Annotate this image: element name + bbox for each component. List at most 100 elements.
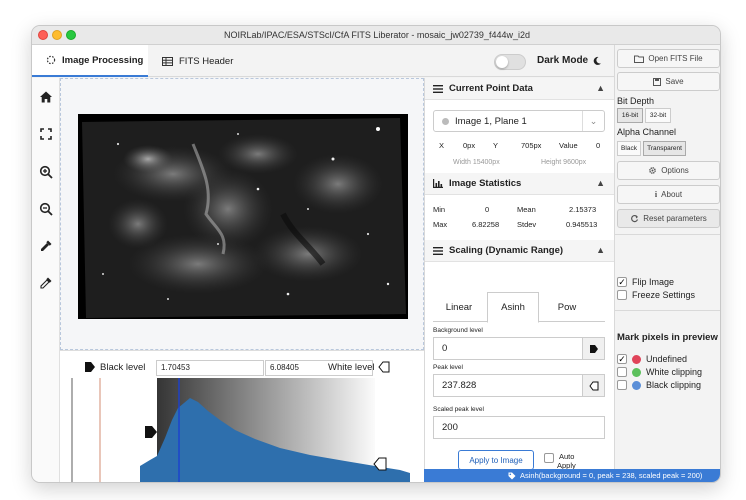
scaled-peak-label: Scaled peak level: [433, 406, 484, 413]
status-bar: Asinh(background = 0, peak = 238, scaled…: [424, 469, 720, 482]
black-marker-button[interactable]: [582, 338, 604, 359]
fit-to-screen-icon[interactable]: [39, 127, 53, 141]
bit-depth-label: Bit Depth: [617, 96, 655, 106]
save-button[interactable]: Save: [617, 72, 720, 91]
white-level-marker-icon: [378, 361, 390, 373]
settings-panel: Current Point Data ▲ Image 1, Plane 1 ⌄ …: [424, 78, 615, 482]
x-label: X: [439, 141, 445, 150]
title-bar: NOIRLab/IPAC/ESA/STScI/CfA FITS Liberato…: [32, 26, 720, 45]
scaled-peak-field[interactable]: 200: [433, 416, 605, 439]
white-clipping-color-dot: [632, 367, 641, 377]
min-label: Min: [433, 205, 446, 214]
reset-parameters-button[interactable]: Reset parameters: [617, 209, 720, 228]
eyedropper-outline-icon[interactable]: [39, 276, 53, 290]
dark-mode-label-group: Dark Mode: [537, 55, 602, 66]
black-marker-icon: [589, 344, 598, 353]
y-label: Y: [493, 141, 499, 150]
gear-icon: [649, 167, 657, 174]
freeze-settings-row[interactable]: Freeze Settings: [617, 290, 695, 300]
about-button[interactable]: i About: [617, 185, 720, 204]
divider: [615, 234, 720, 235]
chevron-up-icon: ▲: [596, 83, 605, 93]
white-level-group: White level: [328, 361, 390, 373]
image-preview-area[interactable]: [60, 78, 424, 350]
tab-image-processing[interactable]: Image Processing: [32, 45, 148, 77]
stdev-label: Stdev: [517, 220, 537, 229]
white-marker-icon: [588, 381, 598, 390]
current-point-title: Current Point Data: [449, 83, 533, 94]
white-marker-button[interactable]: [582, 375, 604, 396]
dark-mode-toggle[interactable]: [494, 54, 526, 70]
status-dot-icon: [442, 117, 449, 125]
tab-image-processing-label: Image Processing: [62, 54, 144, 66]
black-level-handle[interactable]: [145, 426, 157, 438]
about-label: About: [661, 190, 683, 199]
black-level-marker-icon: [85, 362, 95, 372]
bit-depth-32[interactable]: 32-bit: [645, 108, 671, 123]
max-label: Max: [433, 220, 448, 229]
undefined-checkbox[interactable]: ✓: [617, 354, 627, 364]
mark-pixels-heading: Mark pixels in preview: [617, 332, 718, 343]
peak-level-field[interactable]: 237.828: [433, 374, 605, 397]
app-window: NOIRLab/IPAC/ESA/STScI/CfA FITS Liberato…: [31, 25, 721, 483]
chevron-up-icon: ▲: [596, 245, 605, 255]
divider: [615, 310, 720, 311]
alpha-channel-label: Alpha Channel: [617, 127, 677, 137]
home-icon[interactable]: [39, 90, 53, 104]
black-clipping-color-dot: [632, 380, 641, 390]
folder-icon: [634, 55, 645, 63]
plane-select[interactable]: Image 1, Plane 1 ⌄: [433, 110, 605, 132]
tab-linear[interactable]: Linear: [433, 292, 485, 322]
scaling-tabs: Linear Asinh Pow: [433, 292, 605, 323]
window-title: NOIRLab/IPAC/ESA/STScI/CfA FITS Liberato…: [224, 30, 530, 40]
background-level-label: Background level: [433, 327, 483, 334]
bit-depth-16[interactable]: 16-bit: [617, 108, 643, 123]
histogram-panel: Black level 1.70453 6.08405 White level: [60, 350, 424, 483]
x-value: 0px: [463, 141, 476, 150]
image-statistics-title: Image Statistics: [449, 178, 522, 189]
options-label: Options: [661, 166, 689, 175]
save-icon: [653, 77, 662, 86]
white-clipping-row[interactable]: White clipping: [617, 367, 702, 377]
alpha-black[interactable]: Black: [617, 141, 641, 156]
tag-icon: [508, 472, 516, 479]
tab-fits-header[interactable]: FITS Header: [162, 45, 262, 77]
background-level-field[interactable]: 0: [433, 337, 605, 360]
auto-apply-checkbox[interactable]: [544, 453, 554, 463]
alpha-transparent[interactable]: Transparent: [643, 141, 686, 156]
black-clipping-checkbox[interactable]: [617, 380, 627, 390]
current-point-header[interactable]: Current Point Data ▲: [425, 78, 615, 100]
freeze-settings-checkbox[interactable]: [617, 290, 627, 300]
flip-image-row[interactable]: ✓ Flip Image: [617, 277, 674, 287]
black-level-label: Black level: [100, 361, 146, 373]
apply-to-image-button[interactable]: Apply to Image: [458, 450, 534, 470]
histogram-chart[interactable]: [60, 378, 424, 483]
tab-bar: Image Processing FITS Header Dark Mode: [32, 45, 614, 77]
zoom-out-icon[interactable]: [39, 202, 53, 216]
background-level-value: 0: [442, 343, 448, 354]
open-fits-file-button[interactable]: Open FITS File: [617, 49, 720, 68]
moon-icon: [593, 56, 602, 65]
black-level-input[interactable]: 1.70453: [156, 360, 264, 376]
status-text: Asinh(background = 0, peak = 238, scaled…: [520, 471, 703, 480]
max-value: 6.82258: [472, 220, 500, 229]
undefined-color-dot: [632, 354, 641, 364]
right-sidebar: Open FITS File Save Bit Depth 16-bit 32-…: [614, 45, 720, 482]
image-statistics-header[interactable]: Image Statistics ▲: [425, 173, 615, 195]
undefined-row[interactable]: ✓ Undefined: [617, 354, 687, 364]
table-icon: [162, 56, 173, 66]
flip-image-checkbox[interactable]: ✓: [617, 277, 627, 287]
tab-pow[interactable]: Pow: [541, 292, 593, 322]
tab-asinh[interactable]: Asinh: [487, 292, 539, 323]
zoom-in-icon[interactable]: [39, 165, 53, 179]
mean-value: 2.15373: [569, 205, 597, 214]
left-toolbar: [32, 78, 60, 482]
white-clipping-checkbox[interactable]: [617, 367, 627, 377]
white-level-label: White level: [328, 361, 375, 373]
eyedropper-icon[interactable]: [39, 239, 53, 253]
scaling-header[interactable]: Scaling (Dynamic Range) ▲: [425, 240, 615, 262]
open-fits-file-label: Open FITS File: [648, 54, 703, 63]
options-button[interactable]: Options: [617, 161, 720, 180]
bar-chart-icon: [433, 179, 443, 188]
black-clipping-row[interactable]: Black clipping: [617, 380, 701, 390]
